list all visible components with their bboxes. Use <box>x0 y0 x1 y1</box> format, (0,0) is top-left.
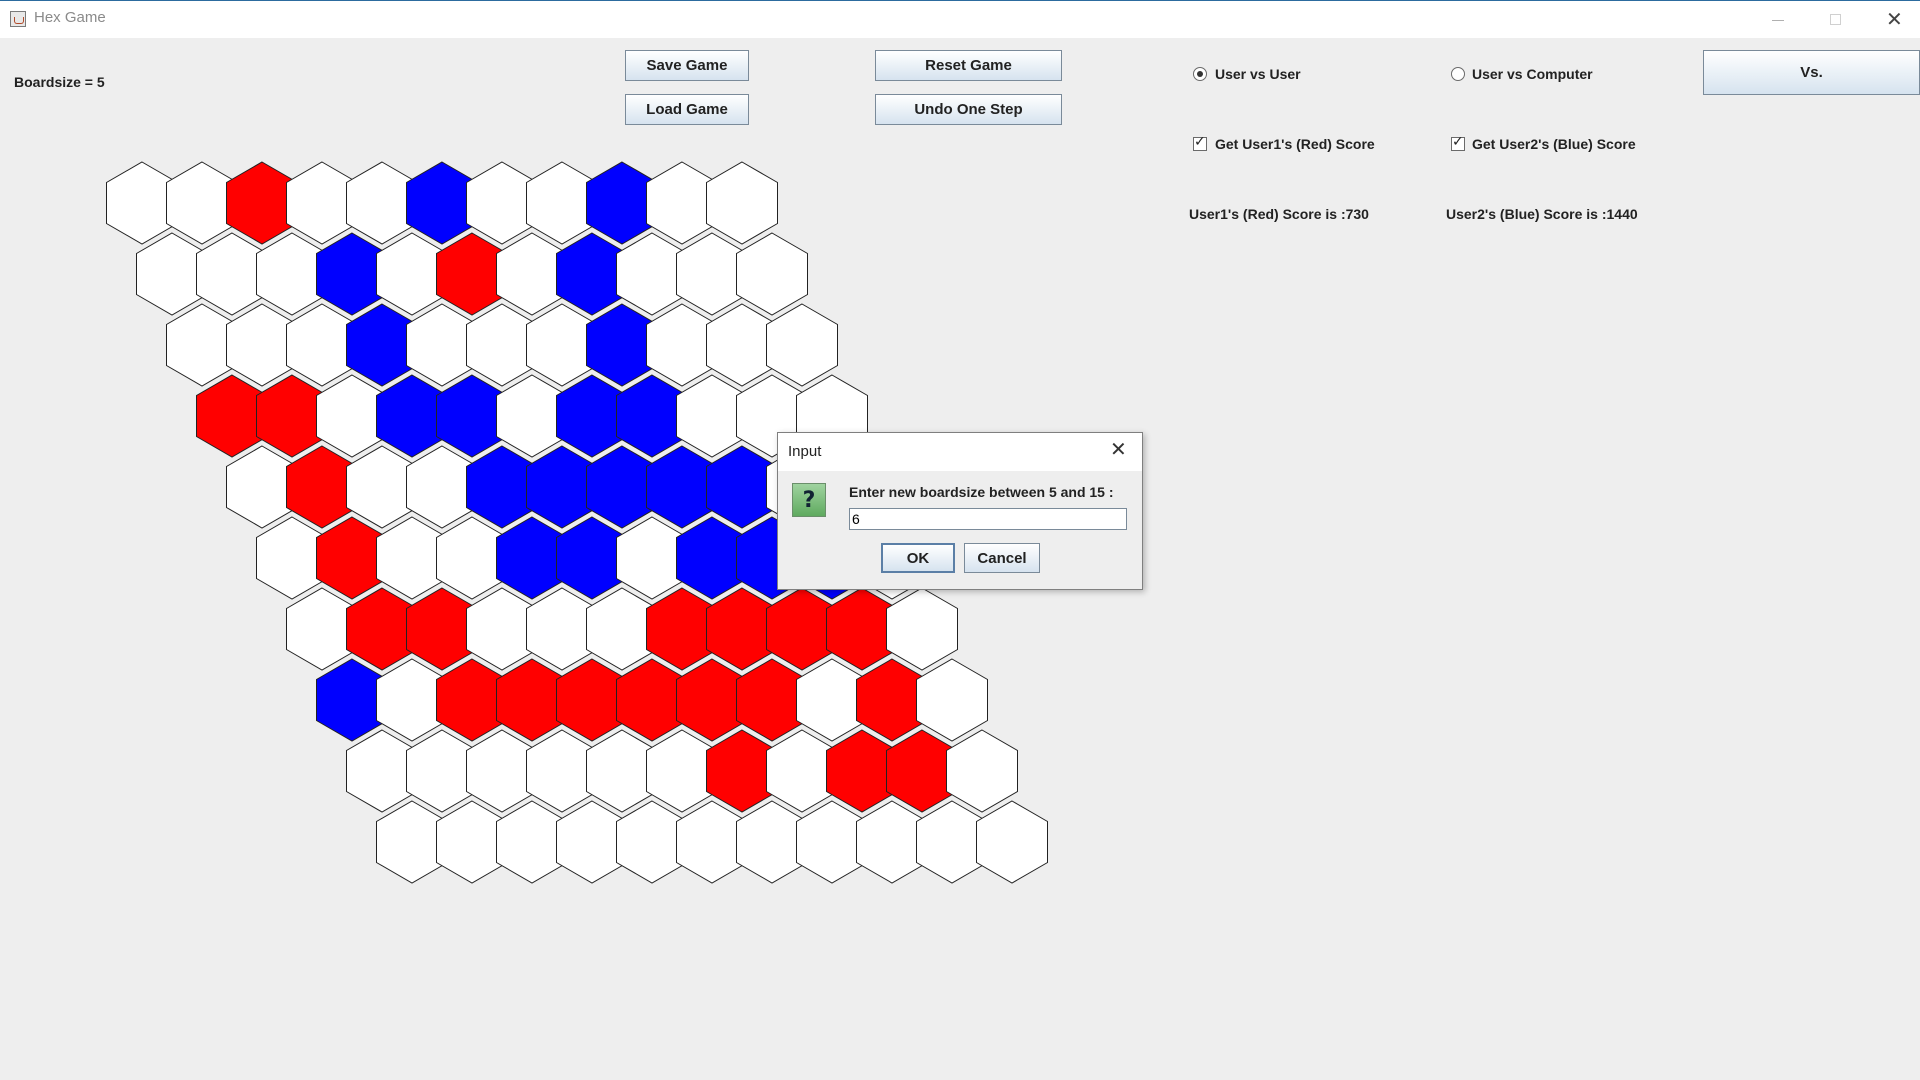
dialog-title-bar: Input ✕ <box>778 433 1142 471</box>
dialog-title: Input <box>788 443 822 460</box>
hex-cell[interactable] <box>706 161 778 245</box>
hex-cell[interactable] <box>766 303 838 387</box>
dialog-prompt: Enter new boardsize between 5 and 15 : <box>849 484 1114 500</box>
hex-cell[interactable] <box>946 729 1018 813</box>
hex-cell[interactable] <box>976 800 1048 884</box>
hex-cell[interactable] <box>736 232 808 316</box>
ok-button[interactable]: OK <box>881 543 955 573</box>
question-icon: ? <box>792 483 826 517</box>
hex-cell[interactable] <box>886 587 958 671</box>
cancel-button[interactable]: Cancel <box>964 543 1040 573</box>
hex-game-window: Hex Game ✕ Boardsize = 5 Save Game Load … <box>0 0 1920 1080</box>
dialog-close-icon[interactable]: ✕ <box>1110 439 1127 459</box>
hex-cell[interactable] <box>916 658 988 742</box>
boardsize-input[interactable] <box>849 508 1127 530</box>
input-dialog: Input ✕ ? Enter new boardsize between 5 … <box>777 432 1143 590</box>
